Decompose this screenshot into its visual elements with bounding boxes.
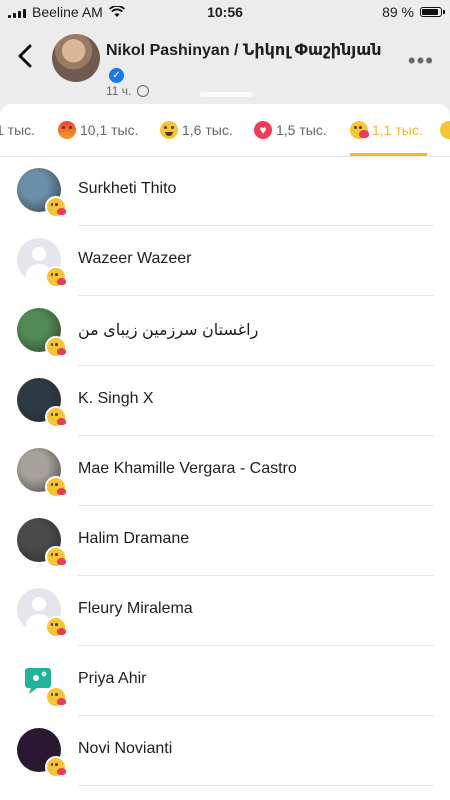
user-name[interactable]: Halim Dramane bbox=[78, 530, 189, 548]
list-item[interactable]: Fleury Miralema bbox=[0, 576, 450, 646]
list-item[interactable]: راغستان سرزمین زیبای من bbox=[0, 296, 450, 366]
reaction-tabs: 1 тыс. 10,1 тыс. 1,6 тыс. 1,5 тыс. 1,1 т… bbox=[0, 104, 450, 157]
care-reaction-badge-icon bbox=[45, 266, 67, 288]
care-reaction-badge-icon bbox=[45, 546, 67, 568]
tab-count: 1,5 тыс. bbox=[276, 122, 327, 138]
sheet-grab-handle[interactable] bbox=[200, 92, 252, 97]
user-name[interactable]: راغستان سرزمین زیبای من bbox=[78, 320, 258, 340]
verified-badge-icon: ✓ bbox=[109, 68, 124, 83]
care-reaction-icon bbox=[350, 121, 369, 139]
list-item[interactable]: Mae Khamille Vergara - Castro bbox=[0, 436, 450, 506]
tab-more-partial[interactable] bbox=[440, 104, 450, 156]
angry-reaction-icon bbox=[58, 121, 76, 139]
user-name[interactable]: Fleury Miralema bbox=[78, 600, 193, 618]
tab-count: 1,1 тыс. bbox=[372, 122, 423, 138]
tab-angry[interactable]: 10,1 тыс. bbox=[58, 104, 139, 156]
love-reaction-icon bbox=[254, 121, 272, 139]
page-avatar[interactable] bbox=[52, 34, 100, 82]
reacted-users-list: Surkheti Thito Wazeer Wazeer راغستان سرزمی… bbox=[0, 156, 450, 786]
reaction-partial-icon bbox=[440, 121, 450, 139]
page-name-text: Nikol Pashinyan / Նիկոլ Փաշինյան bbox=[106, 42, 382, 59]
back-arrow-icon[interactable] bbox=[12, 38, 40, 74]
tab-count: 1,6 тыс. bbox=[182, 122, 233, 138]
tab-care[interactable]: 1,1 тыс. bbox=[350, 104, 427, 156]
user-name[interactable]: Priya Ahir bbox=[78, 670, 146, 688]
battery-icon bbox=[420, 7, 445, 17]
haha-reaction-icon bbox=[160, 121, 178, 139]
user-name[interactable]: Novi Novianti bbox=[78, 740, 172, 758]
user-name[interactable]: Wazeer Wazeer bbox=[78, 250, 192, 268]
reactions-sheet: 1 тыс. 10,1 тыс. 1,6 тыс. 1,5 тыс. 1,1 т… bbox=[0, 104, 450, 800]
list-item[interactable]: Surkheti Thito bbox=[0, 156, 450, 226]
user-name[interactable]: K. Singh X bbox=[78, 390, 154, 408]
battery-percent: 89 % bbox=[382, 4, 414, 20]
post-time: 11 ч. bbox=[106, 84, 132, 98]
list-item[interactable]: K. Singh X bbox=[0, 366, 450, 436]
post-header: Nikol Pashinyan / Նիկոլ Փաշինյան✓ 11 ч. … bbox=[0, 26, 450, 104]
care-reaction-badge-icon bbox=[45, 756, 67, 778]
more-options-icon[interactable]: ••• bbox=[408, 48, 434, 74]
battery-fill bbox=[422, 9, 439, 15]
tab-haha[interactable]: 1,6 тыс. bbox=[160, 104, 233, 156]
care-reaction-badge-icon bbox=[45, 336, 67, 358]
care-reaction-badge-icon bbox=[45, 686, 67, 708]
status-right: 89 % bbox=[382, 4, 445, 20]
user-name[interactable]: Mae Khamille Vergara - Castro bbox=[78, 460, 297, 478]
list-item[interactable]: Novi Novianti bbox=[0, 716, 450, 786]
care-reaction-badge-icon bbox=[45, 616, 67, 638]
row-divider bbox=[78, 785, 434, 786]
user-name[interactable]: Surkheti Thito bbox=[78, 180, 176, 198]
list-item[interactable]: Wazeer Wazeer bbox=[0, 226, 450, 296]
tab-love[interactable]: 1,5 тыс. bbox=[254, 104, 327, 156]
care-reaction-badge-icon bbox=[45, 476, 67, 498]
tab-reaction-partial[interactable]: 1 тыс. bbox=[0, 104, 35, 156]
list-item[interactable]: Priya Ahir bbox=[0, 646, 450, 716]
tab-count: 1 тыс. bbox=[0, 122, 36, 138]
care-reaction-badge-icon bbox=[45, 196, 67, 218]
list-item[interactable]: Halim Dramane bbox=[0, 506, 450, 576]
care-reaction-badge-icon bbox=[45, 406, 67, 428]
tab-count: 10,1 тыс. bbox=[80, 122, 139, 138]
globe-icon bbox=[137, 85, 150, 97]
page-name[interactable]: Nikol Pashinyan / Նիկոլ Փաշինյան ✓ bbox=[106, 40, 396, 83]
post-meta: 11 ч. bbox=[106, 84, 150, 98]
status-bar: Beeline AM 10:56 89 % bbox=[0, 0, 450, 24]
